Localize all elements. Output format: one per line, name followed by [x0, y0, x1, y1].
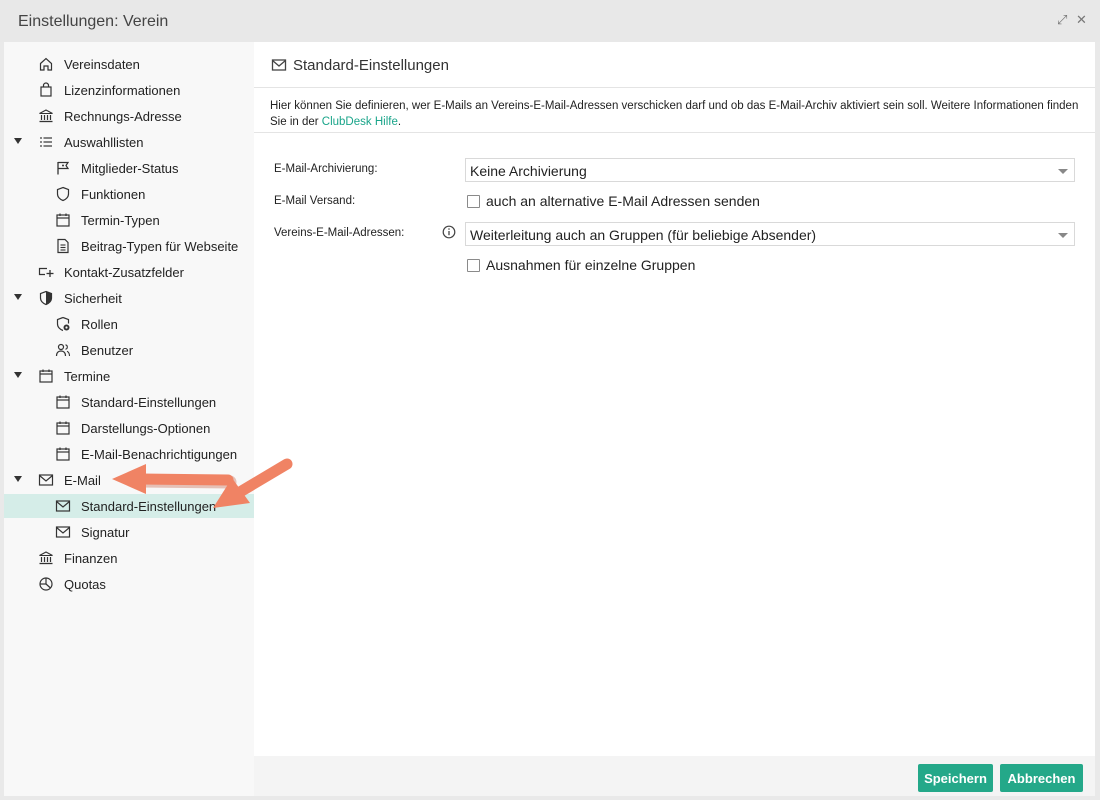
document-icon	[55, 238, 71, 254]
mail-icon	[38, 472, 54, 488]
home-icon	[38, 56, 54, 72]
archiving-select[interactable]: Keine Archivierung	[465, 158, 1075, 182]
sidebar-item-rechnungs-adresse[interactable]: Rechnungs-Adresse	[4, 104, 254, 128]
sidebar-item-vereinsdaten[interactable]: Vereinsdaten	[4, 52, 254, 76]
sidebar-item-label: Standard-Einstellungen	[81, 395, 217, 410]
settings-tree: Vereinsdaten Lizenzinformationen Rechnungs…	[4, 42, 254, 796]
calendar-icon	[55, 394, 71, 410]
sidebar-item-label: Lizenzinformationen	[64, 83, 181, 98]
description-suffix: .	[397, 116, 402, 128]
bank-icon	[38, 550, 54, 566]
panel-description: Hier können Sie definieren, wer E-Mails …	[254, 89, 1095, 133]
panel-header: Standard-Einstellungen	[254, 42, 1095, 88]
clubdesk-help-link[interactable]: ClubDesk Hilfe	[322, 116, 398, 128]
sidebar-item-email-benachrichtigungen[interactable]: E-Mail-Benachrichtigungen	[4, 442, 254, 466]
alternative-addresses-label[interactable]: auch an alternative E-Mail Adressen send…	[486, 193, 760, 209]
mail-icon	[271, 59, 287, 71]
save-button[interactable]: Speichern	[918, 764, 993, 792]
sidebar-item-label: Funktionen	[81, 187, 146, 202]
sidebar-item-label: Kontakt-Zusatzfelder	[64, 265, 184, 280]
sidebar-item-benutzer[interactable]: Benutzer	[4, 338, 254, 362]
sidebar-item-label: Termine	[64, 369, 111, 384]
shield-icon	[55, 186, 71, 202]
sidebar-item-label: E-Mail-Benachrichtigungen	[81, 447, 238, 462]
chevron-down-icon	[1058, 169, 1068, 174]
sidebar-item-label: Termin-Typen	[81, 213, 160, 228]
sidebar-item-label: Finanzen	[64, 551, 118, 566]
calendar-icon	[55, 212, 71, 228]
bank-icon	[38, 108, 54, 124]
sidebar-item-quotas[interactable]: Quotas	[4, 572, 254, 596]
archiving-value: Keine Archivierung	[470, 163, 587, 179]
sidebar-item-auswahllisten[interactable]: Auswahllisten	[4, 130, 254, 154]
sidebar-item-label: Auswahllisten	[64, 135, 144, 150]
sending-label: E-Mail Versand:	[274, 195, 356, 207]
users-icon	[55, 342, 71, 358]
sidebar-item-sicherheit[interactable]: Sicherheit	[4, 286, 254, 310]
addresses-label: Vereins-E-Mail-Adressen:	[274, 227, 405, 239]
expand-caret-icon[interactable]	[14, 138, 22, 144]
sidebar-item-mitglieder-status[interactable]: Mitglieder-Status	[4, 156, 254, 180]
expand-caret-icon[interactable]	[14, 476, 22, 482]
sidebar-item-termine-standard[interactable]: Standard-Einstellungen	[4, 390, 254, 414]
sidebar-item-termin-typen[interactable]: Termin-Typen	[4, 208, 254, 232]
shopping-bag-icon	[38, 82, 54, 98]
window-titlebar: Einstellungen: Verein ⤢ ✕	[0, 0, 1100, 42]
shield-half-icon	[38, 290, 54, 306]
calendar-icon	[55, 446, 71, 462]
sidebar-item-beitrag-typen[interactable]: Beitrag-Typen für Webseite	[4, 234, 254, 258]
sidebar-item-finanzen[interactable]: Finanzen	[4, 546, 254, 570]
sidebar-item-label: Darstellungs-Optionen	[81, 421, 211, 436]
sidebar-item-rollen[interactable]: Rollen	[4, 312, 254, 336]
cancel-button[interactable]: Abbrechen	[1000, 764, 1083, 792]
group-exceptions-checkbox[interactable]	[467, 259, 480, 272]
group-exceptions-label[interactable]: Ausnahmen für einzelne Gruppen	[486, 257, 695, 273]
alternative-addresses-checkbox[interactable]	[467, 195, 480, 208]
sidebar-item-label: Rechnungs-Adresse	[64, 109, 182, 124]
sidebar-item-label: Standard-Einstellungen	[81, 499, 217, 514]
close-icon[interactable]: ✕	[1076, 12, 1087, 28]
shield-gear-icon	[55, 316, 71, 332]
sidebar-item-lizenzinformationen[interactable]: Lizenzinformationen	[4, 78, 254, 102]
calendar-icon	[38, 368, 54, 384]
calendar-icon	[55, 420, 71, 436]
window-title: Einstellungen: Verein	[18, 13, 169, 30]
sidebar-item-funktionen[interactable]: Funktionen	[4, 182, 254, 206]
sidebar-item-label: Rollen	[81, 317, 118, 332]
expand-icon[interactable]: ⤢	[1057, 12, 1067, 28]
sidebar-item-label: Mitglieder-Status	[81, 161, 179, 176]
pie-chart-icon	[38, 576, 54, 592]
sidebar-item-label: Vereinsdaten	[64, 57, 140, 72]
sidebar-item-label: E-Mail	[64, 473, 101, 488]
addresses-select[interactable]: Weiterleitung auch an Gruppen (für belie…	[465, 222, 1075, 246]
sidebar-item-label: Beitrag-Typen für Webseite	[81, 239, 239, 254]
sidebar-item-email-standard[interactable]: Standard-Einstellungen	[4, 494, 254, 518]
sidebar-item-kontakt-zusatzfelder[interactable]: Kontakt-Zusatzfelder	[4, 260, 254, 284]
mail-icon	[55, 498, 71, 514]
sidebar-item-darstellungs-optionen[interactable]: Darstellungs-Optionen	[4, 416, 254, 440]
sidebar-item-label: Benutzer	[81, 343, 134, 358]
addresses-value: Weiterleitung auch an Gruppen (für belie…	[470, 227, 817, 243]
settings-panel: Standard-Einstellungen Hier können Sie d…	[254, 42, 1095, 756]
sidebar-item-label: Sicherheit	[64, 291, 122, 306]
sidebar-item-termine[interactable]: Termine	[4, 364, 254, 388]
flag-icon	[55, 160, 71, 176]
list-icon	[38, 134, 54, 150]
info-icon[interactable]	[442, 225, 456, 239]
chevron-down-icon	[1058, 233, 1068, 238]
sidebar-item-label: Quotas	[64, 577, 106, 592]
field-add-icon	[38, 264, 54, 280]
sidebar-item-label: Signatur	[81, 525, 130, 540]
dialog-footer: Speichern Abbrechen	[254, 756, 1095, 796]
mail-icon	[55, 524, 71, 540]
sidebar-item-email[interactable]: E-Mail	[4, 468, 254, 492]
expand-caret-icon[interactable]	[14, 372, 22, 378]
sidebar-item-signatur[interactable]: Signatur	[4, 520, 254, 544]
archiving-label: E-Mail-Archivierung:	[274, 163, 378, 175]
expand-caret-icon[interactable]	[14, 294, 22, 300]
panel-title: Standard-Einstellungen	[293, 57, 449, 74]
